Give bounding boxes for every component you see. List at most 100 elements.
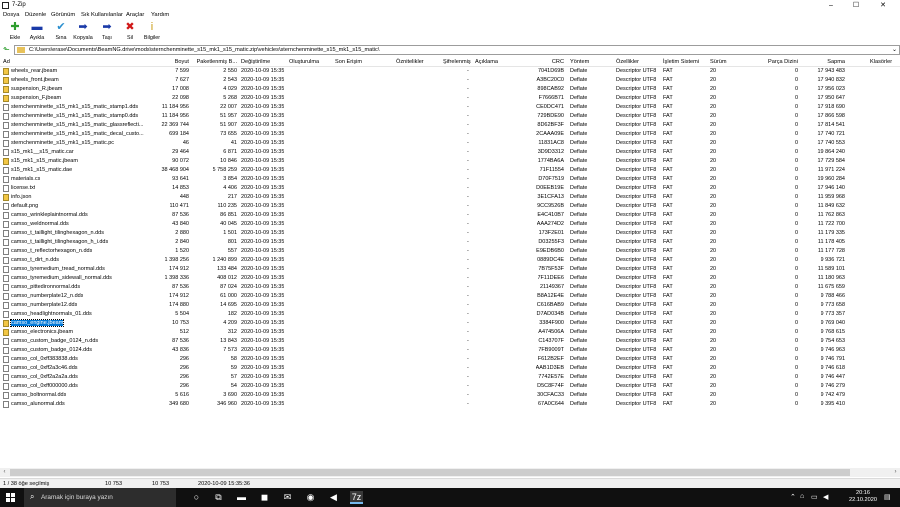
network-icon[interactable]: ⌂ — [800, 493, 804, 500]
task-view-icon[interactable]: ⧉ — [212, 491, 225, 504]
table-row[interactable]: sternchenminette_s15_mk1_s15_matic_stamp… — [0, 112, 900, 121]
column-header-15[interactable]: Sapma — [827, 59, 845, 65]
chevron-down-icon[interactable]: ⌄ — [892, 46, 897, 53]
column-header-6[interactable]: Öznitelikler — [396, 59, 424, 65]
table-row[interactable]: info.json 448 217 2020-10-09 15:35 - 3E1CFA13… — [0, 193, 900, 202]
column-header-4[interactable]: Oluşturulma — [289, 59, 319, 65]
column-header-11[interactable]: Özellikler — [616, 59, 639, 65]
column-header-9[interactable]: CRC — [552, 59, 564, 65]
table-row[interactable]: sternchenminette_s15_mk1_s15_matic_glass… — [0, 121, 900, 130]
speaker-icon[interactable]: ◀ — [823, 493, 828, 501]
scroll-left-icon[interactable]: ‹ — [0, 468, 9, 477]
table-row[interactable]: wheels_front.jbeam 7 627 2 543 2020-10-09 1… — [0, 76, 900, 85]
cell-mod: 2020-10-09 15:35 — [241, 167, 285, 173]
table-row[interactable]: camso_t_reflectorhexagon_n.dds 1 520 557 20… — [0, 247, 900, 256]
notification-icon[interactable]: ▤ — [884, 493, 891, 501]
media-icon[interactable]: ◀ — [327, 491, 340, 504]
up-folder-icon[interactable]: ⬑ — [3, 46, 11, 54]
7zip-taskbar-icon[interactable]: 7z — [350, 491, 363, 504]
table-row[interactable]: suspension_R.jbeam 17 008 4 029 2020-10-09 … — [0, 85, 900, 94]
table-row[interactable]: s15_mk1__s15_matic.car 29 464 6 871 2020-10… — [0, 148, 900, 157]
table-row[interactable]: camso_custom_badge_0124_n.dds 87 536 13 84… — [0, 337, 900, 346]
column-header-5[interactable]: Son Erişim — [335, 59, 362, 65]
column-header-13[interactable]: Sürüm — [710, 59, 726, 65]
table-row[interactable]: camso_numberplate12.dds 174 880 14 695 2020… — [0, 301, 900, 310]
toolbar-button-6[interactable]: i Bilgiler — [141, 21, 163, 43]
table-row[interactable]: camso_engine.jbeam 10 753 4 209 2020-10-09 … — [0, 319, 900, 328]
table-row[interactable]: camso_col_0xff2a2a2a.dds 296 57 2020-10-09 … — [0, 373, 900, 382]
table-row[interactable]: license.txt 14 853 4 406 2020-10-09 15:35 - D… — [0, 184, 900, 193]
column-header-8[interactable]: Açıklama — [475, 59, 498, 65]
horizontal-scrollbar[interactable]: ‹ › — [0, 468, 900, 477]
cortana-icon[interactable]: ○ — [190, 491, 203, 504]
table-row[interactable]: camso_headlightnormals_01.dds 5 504 182 202… — [0, 310, 900, 319]
table-row[interactable]: camso_t_taillight_tilinghexagon_n.dds 2 8… — [0, 229, 900, 238]
toolbar-button-2[interactable]: ✔ Sına — [50, 21, 72, 43]
column-header-2[interactable]: Paketlenmiş B... — [197, 59, 237, 65]
table-row[interactable]: camso_wrinkleplaintnormal.dds 87 536 86 85… — [0, 211, 900, 220]
cell-enc: - — [467, 77, 469, 83]
table-row[interactable]: sternchenminette_s15_mk1_s15_matic.pc 46 4… — [0, 139, 900, 148]
column-header-0[interactable]: Ad — [3, 59, 10, 65]
taskbar-search[interactable]: ⌕ Aramak için buraya yazın — [24, 488, 176, 507]
table-row[interactable]: s15_mk1_s15_matic.dae 38 468 904 5 758 259… — [0, 166, 900, 175]
table-row[interactable]: sternchenminette_s15_mk1_s15_matic_stamp… — [0, 103, 900, 112]
table-row[interactable]: camso_electronics.jbeam 512 312 2020-10-09 … — [0, 328, 900, 337]
scrollbar-thumb[interactable] — [10, 469, 850, 476]
table-row[interactable]: camso_alunormal.dds 349 680 346 960 2020-10… — [0, 400, 900, 409]
address-input[interactable]: C:\Users\erase\Documents\BeamNG.drive\mo… — [14, 45, 900, 55]
windows-start-icon[interactable] — [6, 493, 15, 502]
table-row[interactable]: camso_col_0xff000000.dds 296 54 2020-10-09 … — [0, 382, 900, 391]
table-row[interactable]: sternchenminette_s15_mk1_s15_matic_decal… — [0, 130, 900, 139]
title-bar[interactable]: 7-Zip – ☐ ✕ — [0, 0, 900, 11]
column-header-1[interactable]: Boyut — [175, 59, 189, 65]
table-row[interactable]: s15_mk1_s15_matic.jbeam 90 072 10 846 2020-… — [0, 157, 900, 166]
cell-method: Deflate — [570, 293, 588, 299]
table-row[interactable]: camso_numberplate12_n.dds 174 912 61 000 20… — [0, 292, 900, 301]
column-header-3[interactable]: Değiştirilme — [241, 59, 270, 65]
toolbar-button-5[interactable]: ✖ Sil — [119, 21, 141, 43]
column-header-10[interactable]: Yöntem — [570, 59, 589, 65]
column-header-12[interactable]: İşletim Sistemi — [663, 59, 699, 65]
table-row[interactable]: camso_custom_badge_0124.dds 43 836 7 573 20… — [0, 346, 900, 355]
toolbar-button-0[interactable]: ✚ Ekle — [4, 21, 26, 43]
display-icon[interactable]: ▭ — [811, 493, 818, 501]
column-header-16[interactable]: Klasörler — [870, 59, 892, 65]
table-row[interactable]: materials.cs 93 641 3 854 2020-10-09 15:35 -… — [0, 175, 900, 184]
file-icon — [3, 284, 9, 291]
minimize-button[interactable]: – — [820, 0, 842, 11]
table-row[interactable]: camso_t_taillight_tilinghexagon_h_i.dds 2… — [0, 238, 900, 247]
menu-tools[interactable]: Araçlar — [126, 12, 144, 18]
mail-icon[interactable]: ✉ — [281, 491, 294, 504]
scroll-right-icon[interactable]: › — [891, 468, 900, 477]
menu-file[interactable]: Dosya — [3, 12, 19, 18]
maximize-button[interactable]: ☐ — [845, 0, 867, 11]
table-row[interactable]: camso_weldnormal.dds 43 840 40 045 2020-10-… — [0, 220, 900, 229]
toolbar-button-4[interactable]: ➡ Taşı — [96, 21, 118, 43]
toolbar-button-1[interactable]: ▬ Ayıkla — [26, 21, 48, 43]
table-row[interactable]: camso_col_0xff383838.dds 296 58 2020-10-09 … — [0, 355, 900, 364]
taskbar-clock[interactable]: 20:16 22.10.2020 — [846, 490, 880, 504]
table-row[interactable]: camso_col_0xff2a3c46.dds 296 59 2020-10-09 … — [0, 364, 900, 373]
toolbar-button-3[interactable]: ➡ Kopyala — [72, 21, 94, 43]
chrome-icon[interactable]: ◉ — [304, 491, 317, 504]
table-row[interactable]: camso_t_dirt_n.dds 1 398 256 1 240 899 2020… — [0, 256, 900, 265]
table-row[interactable]: suspension_F.jbeam 22 098 5 268 2020-10-09 … — [0, 94, 900, 103]
close-button[interactable]: ✕ — [872, 0, 894, 11]
cell-os: FAT — [663, 275, 673, 281]
column-header-14[interactable]: Parça Dizini — [768, 59, 798, 65]
store-icon[interactable]: ◼ — [258, 491, 271, 504]
table-row[interactable]: wheels_rear.jbeam 7 599 2 550 2020-10-09 15… — [0, 67, 900, 76]
table-row[interactable]: default.png 110 471 110 235 2020-10-09 15:3… — [0, 202, 900, 211]
column-header-7[interactable]: Şifrelenmiş — [443, 59, 471, 65]
menu-edit[interactable]: Düzenle — [25, 12, 46, 18]
menu-favorites[interactable]: Sık Kullanılanlar — [81, 12, 123, 18]
menu-help[interactable]: Yardım — [151, 12, 169, 18]
table-row[interactable]: camso_tyremedium_tread_normal.dds 174 912… — [0, 265, 900, 274]
table-row[interactable]: camso_boltnormal.dds 5 616 3 690 2020-10-09… — [0, 391, 900, 400]
table-row[interactable]: camso_pittedironnormal.dds 87 536 87 024 20… — [0, 283, 900, 292]
file-explorer-icon[interactable]: ▬ — [235, 491, 248, 504]
tray-chevron-icon[interactable]: ⌃ — [790, 493, 796, 501]
menu-view[interactable]: Görünüm — [51, 12, 75, 18]
table-row[interactable]: camso_tyremedium_sidewall_normal.dds 1 39… — [0, 274, 900, 283]
